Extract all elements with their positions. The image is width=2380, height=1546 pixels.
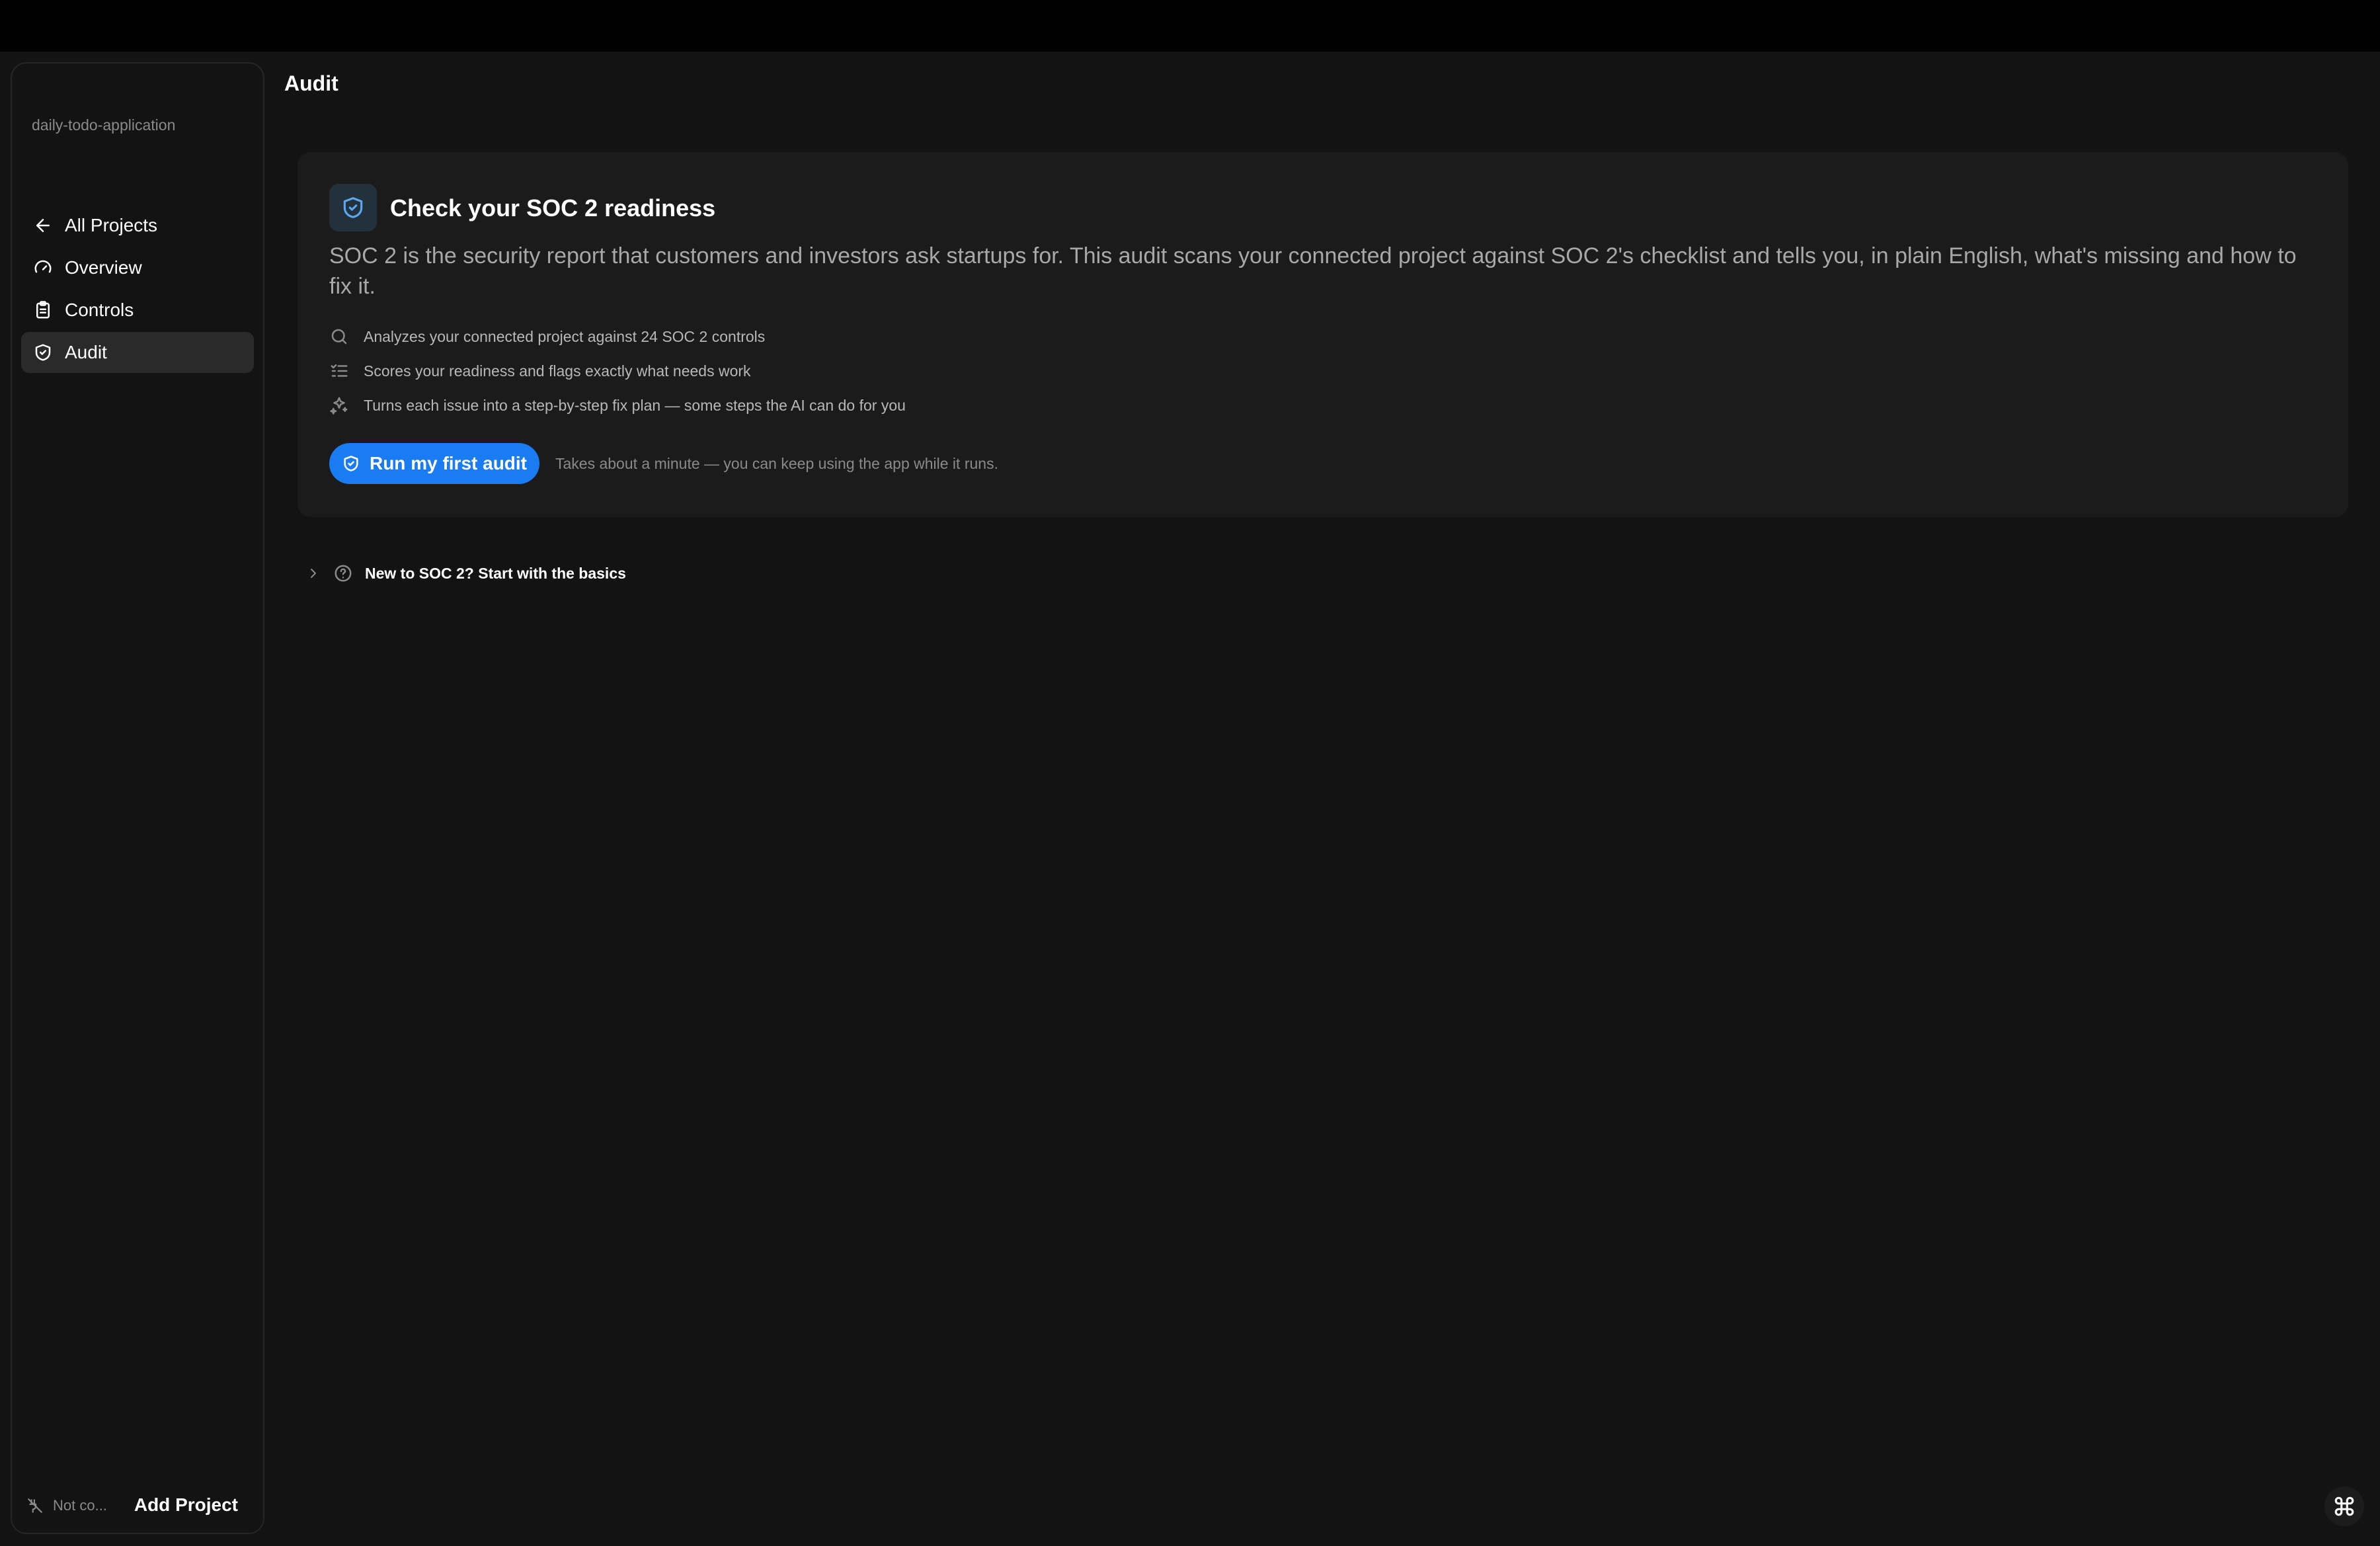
page-title: Audit — [284, 71, 338, 95]
top-bar — [0, 0, 2380, 52]
run-hint: Takes about a minute — you can keep usin… — [555, 455, 998, 472]
card-icon-badge — [329, 184, 377, 231]
soc2-basics-toggle[interactable]: New to SOC 2? Start with the basics — [305, 563, 626, 583]
command-menu-button[interactable] — [2324, 1486, 2364, 1526]
connection-status: Not co... — [26, 1497, 107, 1514]
feature-item: Analyzes your connected project against … — [329, 327, 765, 346]
command-icon — [2334, 1496, 2354, 1516]
arrow-left-icon — [36, 219, 50, 232]
gauge-icon — [34, 260, 52, 273]
sidebar-item-all-projects[interactable]: All Projects — [21, 205, 254, 246]
audit-intro-card: Check your SOC 2 readiness SOC 2 is the … — [298, 152, 2348, 517]
search-icon — [331, 329, 347, 345]
sidebar-item-label: All Projects — [65, 215, 158, 235]
card-title: Check your SOC 2 readiness — [390, 194, 716, 222]
checklist-icon — [331, 364, 348, 377]
soc2-basics-label: New to SOC 2? Start with the basics — [365, 564, 626, 582]
disconnected-plug-icon — [28, 1498, 42, 1513]
sidebar-item-label: Audit — [65, 342, 107, 362]
card-description: SOC 2 is the security report that custom… — [329, 243, 2297, 299]
sidebar-item-controls[interactable]: Controls — [21, 290, 254, 331]
run-first-audit-label: Run my first audit — [369, 453, 527, 473]
sidebar: daily-todo-application All Projects Over… — [11, 62, 264, 1534]
feature-item: Turns each issue into a step-by-step fix… — [329, 395, 906, 415]
feature-item: Scores your readiness and flags exactly … — [329, 361, 751, 381]
sidebar-footer: Not co... Add Project — [12, 1483, 263, 1533]
sidebar-item-label: Controls — [65, 300, 134, 320]
run-first-audit-button[interactable]: Run my first audit — [329, 443, 539, 484]
project-name: daily-todo-application — [32, 116, 176, 134]
add-project-button[interactable]: Add Project — [134, 1494, 238, 1516]
shield-check-icon — [344, 456, 358, 471]
sidebar-item-label: Overview — [65, 257, 142, 278]
feature-text: Turns each issue into a step-by-step fix… — [364, 396, 906, 414]
chevron-right-icon — [311, 569, 316, 578]
help-circle-icon — [335, 565, 352, 582]
shield-check-icon — [35, 344, 51, 361]
feature-text: Scores your readiness and flags exactly … — [364, 362, 751, 380]
feature-text: Analyzes your connected project against … — [364, 327, 766, 345]
sparkles-icon — [330, 397, 348, 415]
connection-status-label: Not co... — [53, 1497, 107, 1514]
sidebar-item-audit[interactable]: Audit — [21, 332, 254, 373]
clipboard-icon — [36, 301, 50, 319]
shield-check-icon — [343, 197, 363, 218]
sidebar-item-overview[interactable]: Overview — [21, 247, 254, 288]
